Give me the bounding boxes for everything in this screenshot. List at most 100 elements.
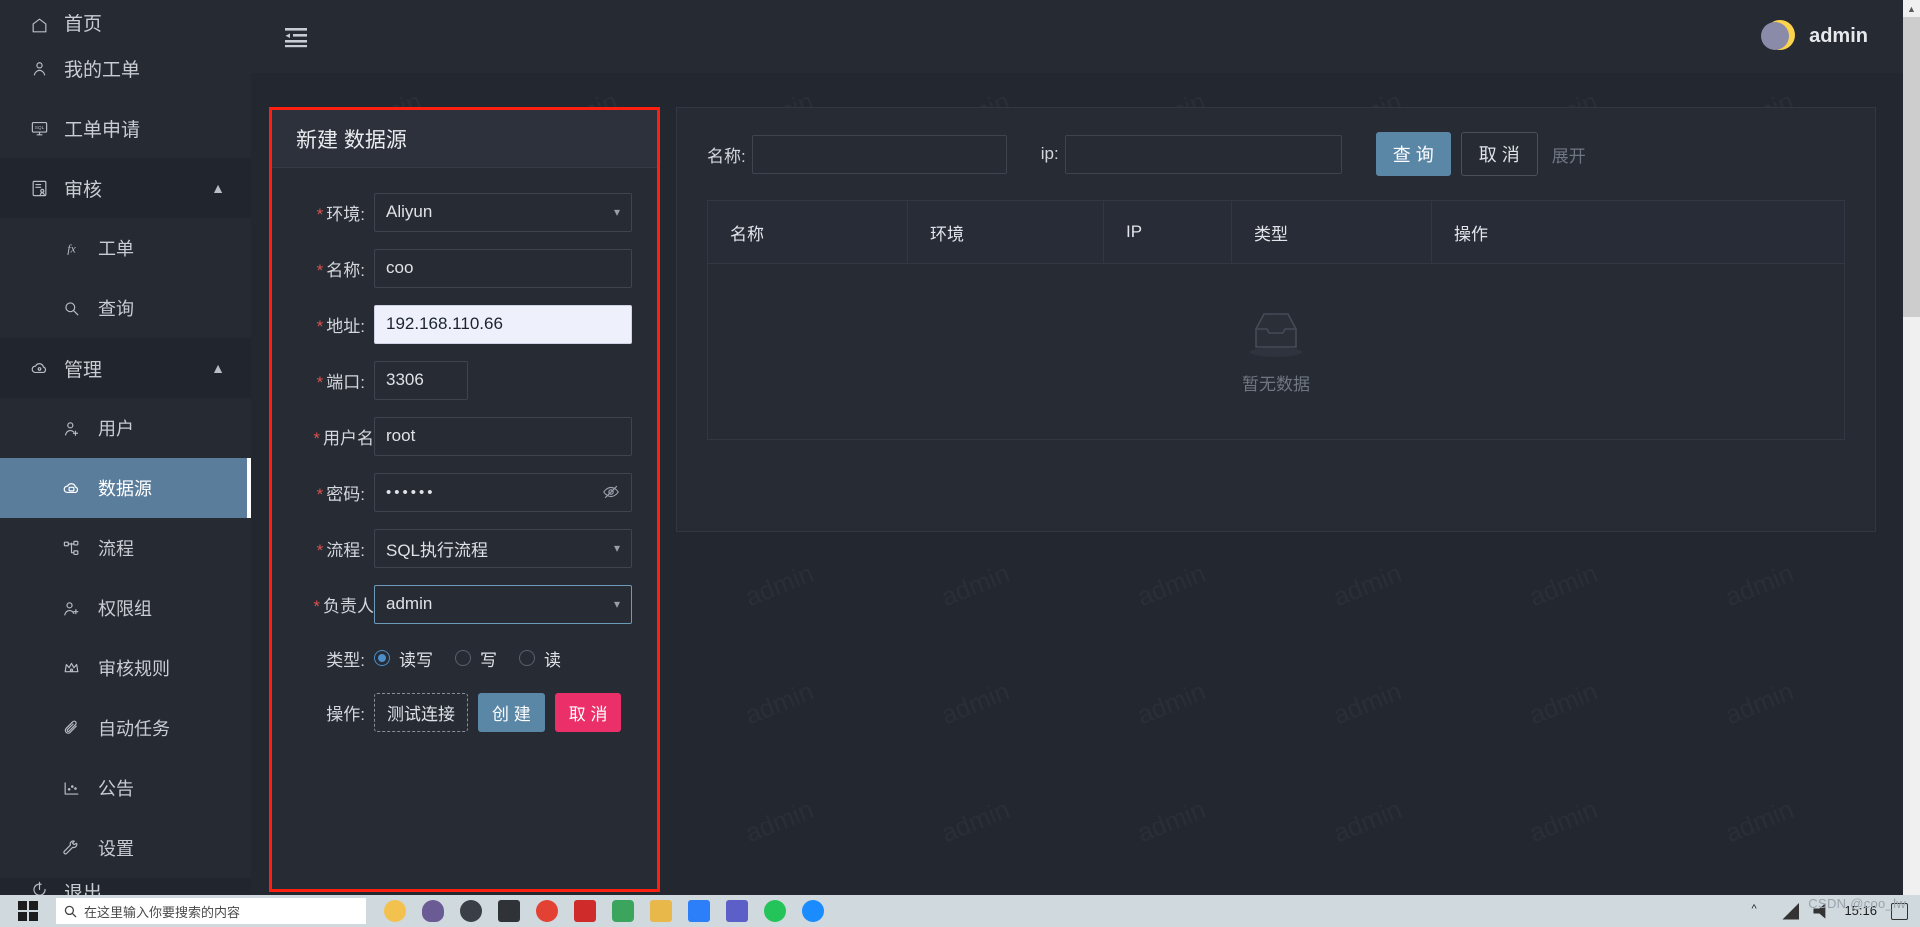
form-control-流程[interactable]: SQL执行流程 ▾	[374, 528, 632, 568]
sidebar-item-工单[interactable]: fx 工单	[0, 218, 251, 278]
sidebar-item-设置[interactable]: 设置	[0, 818, 251, 878]
sidebar-item-数据源[interactable]: 数据源	[0, 458, 251, 518]
sidebar-item-label: 审核规则	[98, 659, 170, 679]
blue-app-icon[interactable]	[802, 900, 824, 922]
watermark-text: admin	[1329, 676, 1406, 731]
app-header: admin	[251, 0, 1920, 73]
form-control-环境[interactable]: Aliyun ▾	[374, 192, 632, 232]
chevron-down-icon[interactable]: ▾	[614, 205, 620, 219]
eye-invisible-icon[interactable]	[602, 483, 620, 501]
sidebar-item-审核[interactable]: 审核 ▲	[0, 158, 251, 218]
sidebar-item-label: 自动任务	[98, 719, 170, 739]
sidebar-item-权限组[interactable]: 权限组	[0, 578, 251, 638]
sidebar-item-查询[interactable]: 查询	[0, 278, 251, 338]
chevron-up-icon[interactable]: ▲	[211, 361, 225, 375]
form-value-密码: ••••••	[386, 483, 436, 501]
chevron-down-icon[interactable]: ▾	[614, 597, 620, 611]
required-asterisk: *	[316, 372, 324, 392]
sidebar-item-流程[interactable]: 流程	[0, 518, 251, 578]
cancel-button[interactable]: 取 消	[554, 692, 622, 732]
search-name-input[interactable]	[751, 134, 1007, 174]
taskbar-search[interactable]: 在这里输入你要搜索的内容	[56, 898, 366, 924]
team-icon	[58, 597, 84, 619]
sidebar-item-工单申请[interactable]: SQL 工单申请	[0, 98, 251, 158]
sidebar-item-label: 用户	[98, 419, 134, 439]
form-control-地址[interactable]: 192.168.110.66	[374, 304, 632, 344]
watermark-text: admin	[1329, 794, 1406, 849]
watermark-text: admin	[1525, 794, 1602, 849]
watermark-text: admin	[1133, 558, 1210, 613]
form-control-名称[interactable]: coo	[374, 248, 632, 288]
folder-icon[interactable]	[650, 900, 672, 922]
form-value-用户名: root	[386, 426, 416, 445]
table-header-操作: 操作	[1454, 224, 1488, 244]
chevron-up-icon[interactable]: ^	[1751, 903, 1768, 920]
user-menu[interactable]: admin	[1761, 19, 1868, 54]
form-row-名称: * 名称: coo	[272, 240, 657, 296]
chevron-up-icon[interactable]: ▲	[211, 181, 225, 195]
watermark-text: admin	[1133, 676, 1210, 731]
form-control-端口[interactable]: 3306	[374, 360, 468, 400]
expand-link[interactable]: 展开	[1552, 142, 1586, 167]
form-control-用户名[interactable]: root	[374, 416, 632, 456]
sidebar-item-自动任务[interactable]: 自动任务	[0, 698, 251, 758]
required-asterisk: *	[316, 316, 324, 336]
menu-fold-icon[interactable]	[283, 26, 309, 48]
sidebar-item-我的工单[interactable]: 我的工单	[0, 38, 251, 98]
form-row-地址: * 地址: 192.168.110.66	[272, 296, 657, 352]
query-button[interactable]: 查 询	[1375, 132, 1451, 176]
app-root: admin admin admin admin admin admin admin admin…	[0, 0, 1920, 927]
form-control-负责人[interactable]: admin ▾	[374, 584, 632, 624]
radio-写[interactable]: 写	[455, 646, 497, 671]
search-ip-label: ip:	[1040, 144, 1059, 163]
watermark-text: admin	[937, 676, 1014, 731]
sidebar-item-label: 我的工单	[64, 59, 141, 81]
chevron-down-icon[interactable]: ▾	[614, 541, 620, 555]
sidebar-item-用户[interactable]: 用户	[0, 398, 251, 458]
required-asterisk: *	[316, 484, 324, 504]
search-icon	[64, 905, 77, 917]
windows-start-button[interactable]	[0, 901, 56, 921]
sidebar-item-首页[interactable]: 首页	[0, 0, 251, 38]
svg-text:fx: fx	[67, 241, 76, 255]
table-header-IP: IP	[1104, 201, 1232, 263]
test-connection-button[interactable]: 测试连接	[374, 692, 468, 732]
notes-icon[interactable]	[498, 900, 520, 922]
sidebar-item-label: 公告	[98, 779, 134, 799]
radio-读[interactable]: 读	[519, 646, 561, 671]
scroll-thumb[interactable]	[1903, 17, 1920, 317]
wechat-icon[interactable]	[764, 900, 786, 922]
editor-icon[interactable]	[612, 900, 634, 922]
sidebar-item-label: 首页	[64, 14, 103, 35]
glasses-icon[interactable]	[384, 900, 406, 922]
sidebar-item-公告[interactable]: 公告	[0, 758, 251, 818]
eggplant-icon[interactable]	[422, 900, 444, 922]
search-ip-input[interactable]	[1064, 134, 1342, 174]
watermark-text: admin	[1721, 794, 1798, 849]
create-button[interactable]: 创 建	[478, 692, 545, 732]
label-text: 密码:	[326, 484, 365, 504]
svg-text:SQL: SQL	[34, 124, 44, 130]
network-icon[interactable]	[1782, 902, 1800, 920]
action-row: 操作: 测试连接 创 建 取 消	[272, 684, 657, 740]
circle-icon[interactable]	[460, 900, 482, 922]
search-bar: 名称: ip: 查 询 取 消 展开	[677, 108, 1875, 200]
scroll-up-arrow[interactable]: ▲	[1903, 0, 1920, 17]
csdn-credit: CSDN @coo_lw	[1808, 896, 1906, 911]
watermark-text: admin	[1721, 558, 1798, 613]
mail-icon[interactable]	[688, 900, 710, 922]
search-cancel-button[interactable]: 取 消	[1460, 132, 1538, 176]
page-scrollbar[interactable]: ▲ ▼	[1903, 0, 1920, 908]
form-control-密码[interactable]: ••••••	[374, 472, 632, 512]
form-label-环境: * 环境:	[272, 200, 374, 225]
sidebar-item-审核规则[interactable]: 审核规则	[0, 638, 251, 698]
redapp-icon[interactable]	[574, 900, 596, 922]
chrome-icon[interactable]	[536, 900, 558, 922]
teams-icon[interactable]	[726, 900, 748, 922]
label-text: 用户名	[323, 428, 374, 448]
type-label: 类型:	[326, 650, 365, 670]
required-asterisk: *	[316, 540, 324, 560]
sidebar-item-管理[interactable]: 管理 ▲	[0, 338, 251, 398]
table-header-环境: 环境	[908, 201, 1104, 263]
radio-读写[interactable]: 读写	[374, 646, 433, 671]
